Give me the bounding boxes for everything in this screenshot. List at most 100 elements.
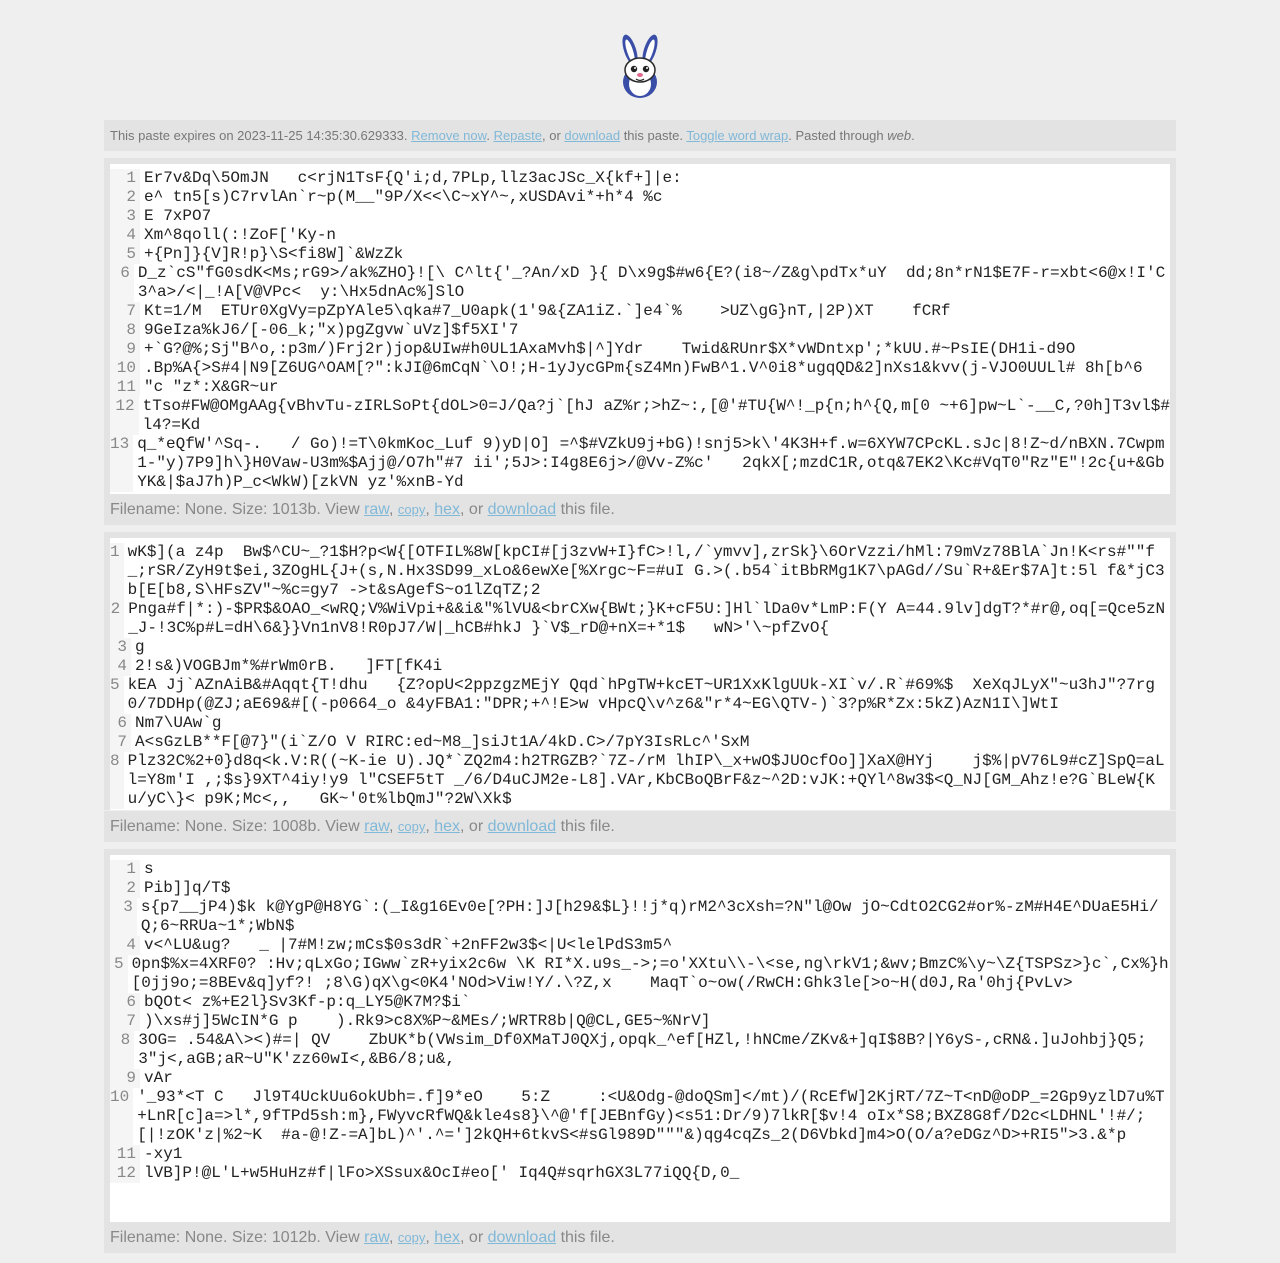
line-number[interactable]: 9: [110, 1069, 140, 1088]
line-text: Plz32C%2+0}d8q<k.V:R((~K-ie U).JQ*`ZQ2m4…: [127, 752, 1203, 808]
line-text: q_*eQfW'^Sq-. / Go)!=T\0kmKoc_Luf 9)yD|O…: [137, 435, 1165, 491]
raw-link[interactable]: raw: [364, 818, 389, 835]
line-number[interactable]: 3: [110, 638, 131, 657]
line-number[interactable]: 7: [110, 733, 131, 752]
line-text: Nm7\UAw`g: [135, 714, 222, 732]
hex-link[interactable]: hex: [434, 818, 460, 835]
line-number[interactable]: 9: [110, 340, 140, 359]
code-line: 6 Nm7\UAw`g: [110, 714, 1170, 733]
line-number[interactable]: 3: [110, 898, 137, 936]
line-number[interactable]: 5: [110, 955, 128, 993]
line-text: .Bp%A{>S#4|N9[Z6UG^OAM[?":kJI@6mCqN`\O!;…: [144, 359, 1143, 377]
line-number[interactable]: 3: [110, 207, 140, 226]
code-line: 10 '_93*<T C Jl9T4UckUu6okUbh=.f]9*eO 5:Z…: [110, 1088, 1170, 1145]
line-number[interactable]: 5: [110, 676, 124, 714]
line-number[interactable]: 6: [110, 264, 134, 302]
download-file-link[interactable]: download: [488, 818, 557, 835]
code-line: 8 9GeIza%kJ6/[-06_k;"x)pgZgvw`uVz]$f5XI'7: [110, 321, 1170, 340]
code-line: 10 .Bp%A{>S#4|N9[Z6UG^OAM[?":kJI@6mCqN`\O…: [110, 359, 1170, 378]
line-text: 0pn$%x=4XRF0? :Hv;qLxGo;IGww`zR+yix2c6w …: [131, 955, 1169, 992]
line-number[interactable]: 11: [110, 1145, 140, 1164]
line-text: 3OG= .54&A\><)#=| QV ZbUK*b(VWsim_Df0XMa…: [138, 1031, 1147, 1068]
line-number[interactable]: 6: [110, 993, 140, 1012]
line-number[interactable]: 4: [110, 226, 140, 245]
code-line: 2 Pnga#f|*:)-$PR$&OAO_<wRQ;V%WiVpi+&&i&"%…: [110, 600, 1170, 638]
raw-link[interactable]: raw: [364, 501, 389, 518]
code-line: 1 wK$](a z4p Bw$^CU~_?1$H?p<W{[OTFIL%8W[k…: [110, 543, 1170, 600]
line-number[interactable]: 1: [110, 543, 124, 600]
line-number[interactable]: 4: [110, 657, 131, 676]
line-number[interactable]: 8: [110, 1031, 135, 1069]
line-number[interactable]: 12: [110, 397, 139, 435]
bunny-logo[interactable]: [616, 32, 664, 100]
code-line: 9 +`G?@%;Sj"B^o,:p3m/)Frj2r)jop&UIw#h0UL1…: [110, 340, 1170, 359]
hex-link[interactable]: hex: [434, 1229, 460, 1246]
remove-now-link[interactable]: Remove now: [411, 128, 486, 143]
line-text: )\xs#j]5WcIN*G p ).Rk9>c8X%P~&MEs/;WRTR8…: [144, 1012, 711, 1030]
code-view: 1 wK$](a z4p Bw$^CU~_?1$H?p<W{[OTFIL%8W[k…: [110, 538, 1170, 810]
download-paste-link[interactable]: download: [564, 128, 620, 143]
line-number[interactable]: 10: [110, 359, 140, 378]
line-text: v<^LU&ug? _ |7#M!zw;mCs$0s3dR`+2nFF2w3$<…: [144, 936, 673, 954]
line-number[interactable]: 11: [110, 378, 140, 397]
line-text: kEA Jj`AZnAiB&#Aqqt{T!dhu {Z?opU<2ppzgzM…: [127, 676, 1155, 713]
file-info: Filename: None. Size: 1013b. View: [110, 501, 360, 518]
code-line: 11 "c "z*:X&GR~ur: [110, 378, 1170, 397]
line-number[interactable]: 6: [110, 714, 131, 733]
code-line: 1s: [110, 860, 1170, 879]
line-number[interactable]: 4: [110, 936, 140, 955]
toggle-word-wrap-link[interactable]: Toggle word wrap: [686, 128, 788, 143]
line-number[interactable]: 1: [110, 860, 140, 879]
download-file-link[interactable]: download: [488, 1229, 557, 1246]
code-line: 12 lVB]P!@L'L+w5HuHz#f|lFo>XSsux&OcI#eo['…: [110, 1164, 1170, 1183]
download-file-link[interactable]: download: [488, 501, 557, 518]
line-text: g: [135, 638, 145, 656]
line-text: Xm^8qoll(:!ZoF['Ky-n: [144, 226, 337, 244]
raw-link[interactable]: raw: [364, 1229, 389, 1246]
line-number[interactable]: 8: [110, 321, 140, 340]
copy-link[interactable]: copy: [398, 1230, 425, 1245]
copy-link[interactable]: copy: [398, 502, 425, 517]
line-number[interactable]: 8: [110, 752, 124, 809]
code-line: 13 q_*eQfW'^Sq-. / Go)!=T\0kmKoc_Luf 9)yD…: [110, 435, 1170, 492]
line-text: wK$](a z4p Bw$^CU~_?1$H?p<W{[OTFIL%8W[kp…: [127, 543, 1165, 599]
file-footer-3: Filename: None. Size: 1012b. View raw, c…: [104, 1222, 1176, 1253]
line-number[interactable]: 7: [110, 302, 140, 321]
line-number[interactable]: 2: [110, 188, 140, 207]
line-number[interactable]: 12: [110, 1164, 140, 1183]
line-number[interactable]: 1: [110, 169, 140, 188]
file-footer-1: Filename: None. Size: 1013b. View raw, c…: [104, 494, 1176, 525]
hex-link[interactable]: hex: [434, 501, 460, 518]
paste-info-bar: This paste expires on 2023-11-25 14:35:3…: [104, 120, 1176, 151]
line-number[interactable]: 13: [110, 435, 134, 492]
code-line: 12 tTso#FW@OMgAAg{vBhvTu-zIRLSoPt{dOL>0=J…: [110, 397, 1170, 435]
line-text: lVB]P!@L'L+w5HuHz#f|lFo>XSsux&OcI#eo[' I…: [144, 1164, 740, 1182]
line-text: tTso#FW@OMgAAg{vBhvTu-zIRLSoPt{dOL>0=J/Q…: [142, 397, 1170, 434]
copy-link[interactable]: copy: [398, 819, 425, 834]
code-line: 5 kEA Jj`AZnAiB&#Aqqt{T!dhu {Z?opU<2ppzgz…: [110, 676, 1170, 714]
line-number[interactable]: 7: [110, 1012, 140, 1031]
file-panel-2: 1 wK$](a z4p Bw$^CU~_?1$H?p<W{[OTFIL%8W[k…: [104, 532, 1176, 810]
line-number[interactable]: 5: [110, 245, 140, 264]
file-info: Filename: None. Size: 1012b. View: [110, 1229, 360, 1246]
code-line: 3g: [110, 638, 1170, 657]
line-text: 2!s&)VOGBJm*%#rWm0rB. ]FT[fK4i: [135, 657, 443, 675]
code-line: 8 3OG= .54&A\><)#=| QV ZbUK*b(VWsim_Df0XM…: [110, 1031, 1170, 1069]
line-text: 9GeIza%kJ6/[-06_k;"x)pgZgvw`uVz]$f5XI'7: [144, 321, 519, 339]
code-line: 3E 7xPO7: [110, 207, 1170, 226]
code-view: 1 Er7v&Dq\5OmJN c<rjN1TsF{Q'i;d,7PLp,llz3…: [110, 164, 1170, 494]
code-line: 8 Plz32C%2+0}d8q<k.V:R((~K-ie U).JQ*`ZQ2m…: [110, 752, 1170, 809]
repaste-link[interactable]: Repaste: [494, 128, 542, 143]
line-number[interactable]: 10: [110, 1088, 134, 1145]
line-number[interactable]: 2: [110, 600, 125, 638]
file-panel-3: 1 s 2 Pib]]q/T$ 3 s{p7__jP4)$k k@YgP@H8YG`:(_…: [104, 849, 1176, 1222]
line-number[interactable]: 2: [110, 879, 140, 898]
code-line: 7)\xs#j]5WcIN*G p ).Rk9>c8X%P~&MEs/;WRTR…: [110, 1012, 1170, 1031]
code-line: 2 Pib]]q/T$: [110, 879, 1170, 898]
line-text: bQOt< z%+E2l}Sv3Kf-p:q_LY5@K7M?$i`: [144, 993, 471, 1011]
code-line: 4 v<^LU&ug? _ |7#M!zw;mCs$0s3dR`+2nFF2w3$…: [110, 936, 1170, 955]
code-line: 5 +{Pn]}{V]R!p}\S<fi8W]`&WzZk: [110, 245, 1170, 264]
code-line: 3 s{p7__jP4)$k k@YgP@H8YG`:(_I&g16Ev0e[?P…: [110, 898, 1170, 936]
file-info: Filename: None. Size: 1008b. View: [110, 818, 360, 835]
line-text: A<sGzLB**F[@7}"(i`Z/O V RIRC:ed~M8_]siJt…: [135, 733, 750, 751]
